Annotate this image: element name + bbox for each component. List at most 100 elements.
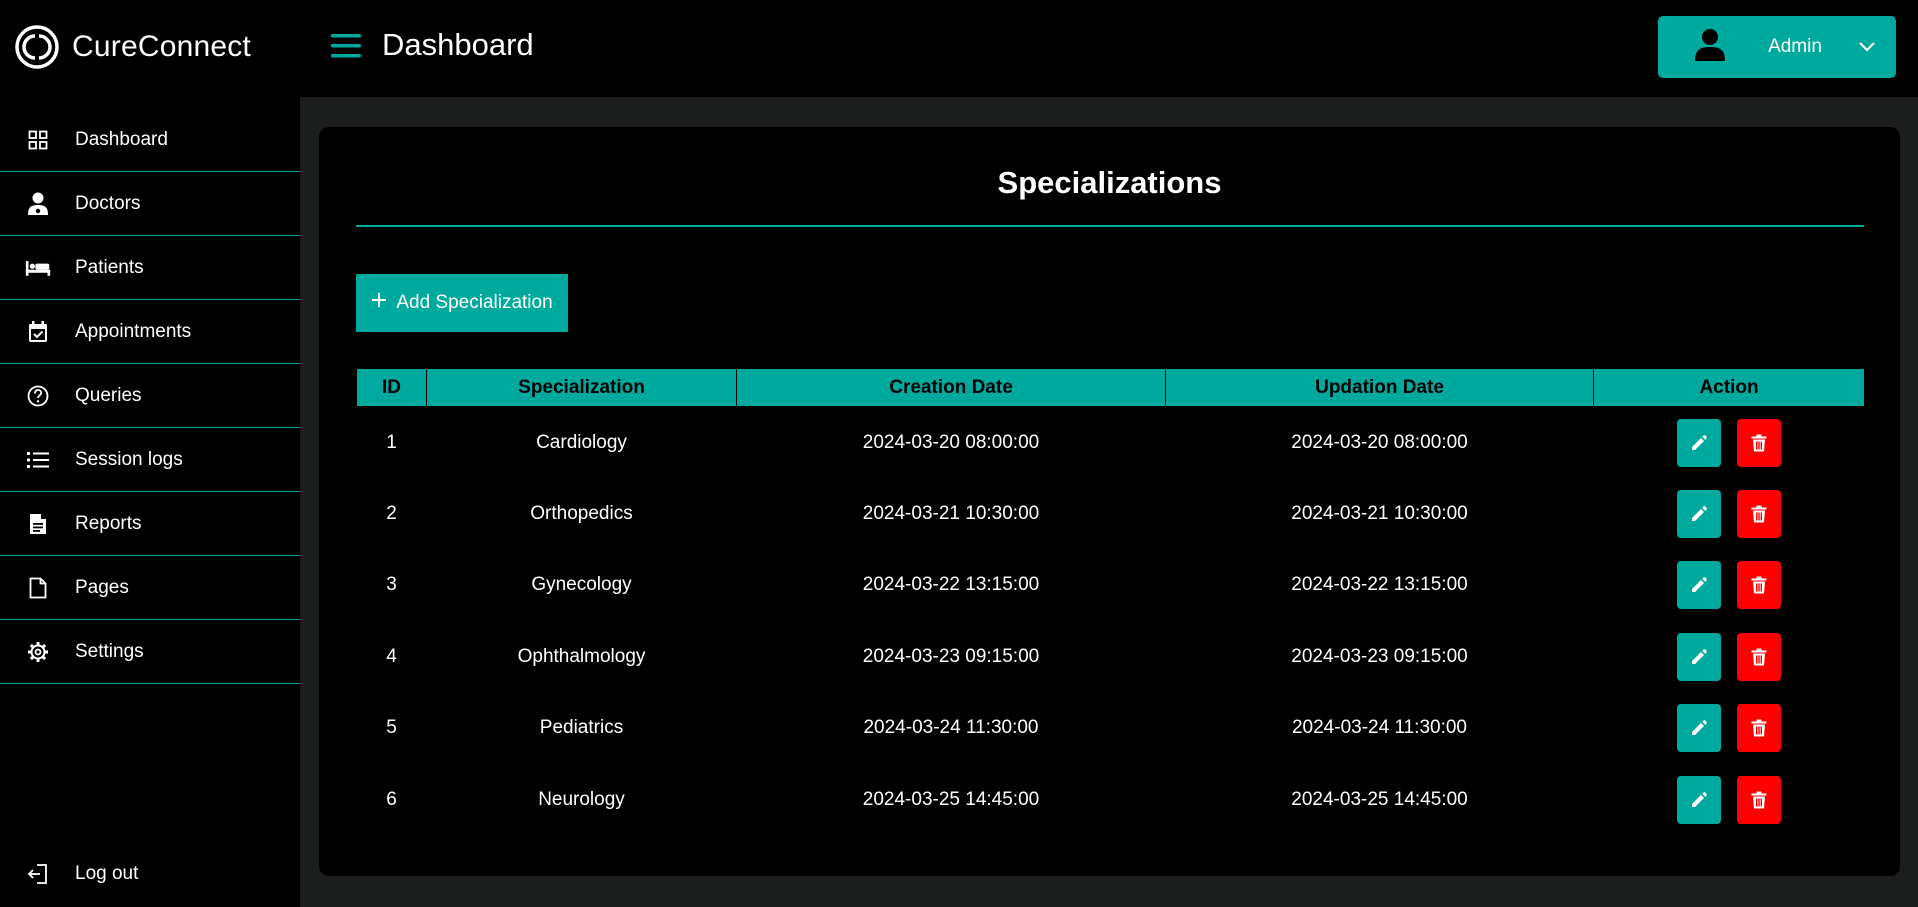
edit-button[interactable] [1677,561,1721,610]
hamburger-icon [331,34,361,58]
sidebar-item-patients[interactable]: Patients [0,236,300,300]
trash-icon [1751,505,1767,523]
top-bar: CureConnect Dashboard Admin [0,0,1918,97]
table-row: 6 Neurology 2024-03-25 14:45:00 2024-03-… [357,764,1865,836]
cell-action [1594,407,1865,479]
column-header-specialization[interactable]: Specialization [426,368,737,407]
edit-button[interactable] [1677,632,1721,681]
sidebar-item-reports[interactable]: Reports [0,492,300,556]
cell-creation-date: 2024-03-22 13:15:00 [862,574,1040,596]
delete-button[interactable] [1737,775,1781,824]
user-menu-button[interactable]: Admin [1658,16,1896,78]
cell-specialization: Neurology [538,788,625,810]
main-content: Specializations Add Specialization ID Sp… [300,97,1918,907]
cell-action [1594,693,1865,765]
logout-label: Log out [75,863,139,884]
page-heading: Dashboard [382,27,534,62]
table-row: 3 Gynecology 2024-03-22 13:15:00 2024-03… [357,550,1865,622]
table-row: 2 Orthopedics 2024-03-21 10:30:00 2024-0… [357,478,1865,550]
edit-button[interactable] [1677,704,1721,753]
cell-updation-date: 2024-03-24 11:30:00 [1291,717,1468,739]
add-specialization-button[interactable]: Add Specialization [356,274,568,332]
sidebar-item-label: Reports [75,512,142,534]
trash-icon [1751,648,1767,666]
trash-icon [1751,719,1767,737]
brand-name: CureConnect [72,30,251,63]
cell-specialization: Ophthalmology [517,645,646,667]
delete-button[interactable] [1737,561,1781,610]
menu-toggle-button[interactable] [329,31,363,61]
cell-updation-date: 2024-03-23 09:15:00 [1291,645,1468,667]
specializations-table: ID Specialization Creation Date Updation… [356,368,1865,836]
calendar-check-icon [25,319,51,345]
sidebar-item-doctors[interactable]: Doctors [0,172,300,236]
column-header-id[interactable]: ID [356,368,427,407]
cell-specialization: Cardiology [536,431,627,453]
pencil-icon [1692,434,1707,450]
delete-button[interactable] [1737,489,1781,538]
cell-updation-date: 2024-03-20 08:00:00 [1291,431,1468,453]
cell-updation-date: 2024-03-25 14:45:00 [1291,788,1468,810]
cell-id: 1 [386,431,397,453]
grid-icon [25,127,51,153]
bed-icon [25,255,51,281]
logout-icon [25,861,51,887]
edit-button[interactable] [1677,775,1721,824]
sidebar: Dashboard Doctors Patients Appointments … [0,97,300,907]
sidebar-item-dashboard[interactable]: Dashboard [0,108,300,172]
cell-id: 5 [386,717,397,739]
cell-specialization: Orthopedics [530,502,633,524]
pencil-icon [1692,577,1707,593]
pencil-icon [1692,648,1707,664]
cell-creation-date: 2024-03-24 11:30:00 [863,717,1039,739]
cell-creation-date: 2024-03-20 08:00:00 [862,431,1040,453]
pencil-icon [1692,791,1707,807]
plus-icon [371,292,387,314]
sidebar-item-label: Doctors [75,192,141,214]
cell-specialization: Gynecology [531,574,632,596]
delete-button[interactable] [1737,704,1781,753]
add-specialization-label: Add Specialization [396,292,553,313]
delete-button[interactable] [1737,632,1781,681]
logout-button[interactable]: Log out [0,857,300,891]
edit-button[interactable] [1677,418,1721,467]
user-name: Admin [1768,36,1822,57]
sidebar-item-queries[interactable]: Queries [0,364,300,428]
cell-updation-date: 2024-03-21 10:30:00 [1291,502,1468,524]
cell-id: 4 [386,645,397,667]
sidebar-item-label: Dashboard [75,128,168,150]
pencil-icon [1692,505,1707,521]
cell-specialization: Pediatrics [539,717,624,739]
cell-action [1594,550,1865,622]
sidebar-item-label: Patients [75,256,144,278]
report-icon [25,511,51,537]
question-icon [25,383,51,409]
sidebar-item-settings[interactable]: Settings [0,620,300,684]
cell-updation-date: 2024-03-22 13:15:00 [1291,574,1468,596]
sidebar-item-appointments[interactable]: Appointments [0,300,300,364]
sidebar-item-label: Settings [75,640,144,662]
table-row: 1 Cardiology 2024-03-20 08:00:00 2024-03… [357,407,1865,479]
column-header-creation-date[interactable]: Creation Date [736,368,1166,407]
sidebar-item-label: Appointments [75,320,192,342]
sidebar-item-label: Session logs [75,448,183,470]
edit-button[interactable] [1677,489,1721,538]
divider [356,225,1864,227]
table-row: 4 Ophthalmology 2024-03-23 09:15:00 2024… [357,621,1865,693]
delete-button[interactable] [1737,418,1781,467]
column-header-updation-date[interactable]: Updation Date [1165,368,1594,407]
list-icon [25,447,51,473]
card-title: Specializations [997,165,1222,200]
trash-icon [1751,791,1767,809]
sidebar-item-session-logs[interactable]: Session logs [0,428,300,492]
user-icon [1694,28,1726,67]
table-row: 5 Pediatrics 2024-03-24 11:30:00 2024-03… [357,693,1865,765]
sidebar-item-pages[interactable]: Pages [0,556,300,620]
cell-action [1594,621,1865,693]
pencil-icon [1692,720,1707,736]
cell-id: 3 [386,574,397,596]
brand[interactable]: CureConnect [14,24,251,70]
cell-action [1594,478,1865,550]
sidebar-item-label: Queries [75,384,142,406]
file-icon [25,575,51,601]
